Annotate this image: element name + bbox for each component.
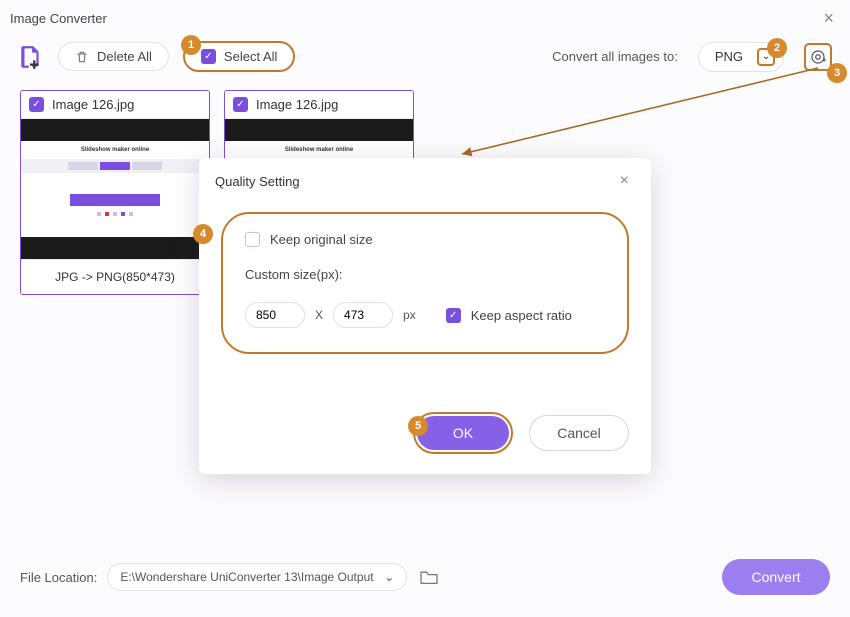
select-all-checkbox-icon: ✓ xyxy=(201,49,216,64)
custom-size-label: Custom size(px): xyxy=(245,267,343,282)
conversion-info: JPG -> PNG(850*473) xyxy=(21,259,209,294)
chevron-down-icon: ⌄ xyxy=(384,570,394,584)
file-location-value: E:\Wondershare UniConverter 13\Image Out… xyxy=(120,570,373,584)
format-value: PNG xyxy=(715,49,743,64)
keep-original-checkbox[interactable] xyxy=(245,232,260,247)
callout-badge-1: 1 xyxy=(181,35,201,55)
select-all-label: Select All xyxy=(224,49,277,64)
width-input[interactable] xyxy=(245,302,305,328)
callout-badge-2: 2 xyxy=(767,38,787,58)
callout-badge-3: 3 xyxy=(827,63,847,83)
image-card[interactable]: ✓ Image 126.jpg Slideshow maker online J… xyxy=(20,90,210,295)
trash-icon xyxy=(75,50,89,64)
window-title: Image Converter xyxy=(10,11,107,26)
convert-to-label: Convert all images to: xyxy=(552,49,678,64)
delete-all-button[interactable]: Delete All xyxy=(58,42,169,71)
footer-bar: File Location: E:\Wondershare UniConvert… xyxy=(0,545,850,617)
dialog-close-icon[interactable]: × xyxy=(614,170,635,192)
keep-aspect-label: Keep aspect ratio xyxy=(471,308,572,323)
callout-badge-5: 5 xyxy=(408,416,428,436)
close-icon[interactable]: × xyxy=(817,6,840,31)
open-folder-button[interactable] xyxy=(417,566,441,588)
keep-aspect-checkbox[interactable]: ✓ xyxy=(446,308,461,323)
card-checkbox-icon[interactable]: ✓ xyxy=(233,97,248,112)
callout-badge-4: 4 xyxy=(193,224,213,244)
convert-button[interactable]: Convert xyxy=(722,559,830,595)
height-input[interactable] xyxy=(333,302,393,328)
px-unit-label: px xyxy=(403,308,416,322)
toolbar: Delete All ✓ Select All Convert all imag… xyxy=(0,37,850,82)
keep-original-label: Keep original size xyxy=(270,232,373,247)
file-location-dropdown[interactable]: E:\Wondershare UniConverter 13\Image Out… xyxy=(107,563,407,591)
delete-all-label: Delete All xyxy=(97,49,152,64)
file-location-label: File Location: xyxy=(20,570,97,585)
add-file-icon[interactable] xyxy=(18,44,44,70)
dialog-title: Quality Setting xyxy=(215,174,300,189)
card-checkbox-icon[interactable]: ✓ xyxy=(29,97,44,112)
image-filename: Image 126.jpg xyxy=(256,97,338,112)
image-thumbnail: Slideshow maker online xyxy=(21,119,209,259)
ok-button[interactable]: OK xyxy=(417,416,509,450)
cancel-button[interactable]: Cancel xyxy=(529,415,629,451)
dimension-separator: X xyxy=(315,308,323,322)
image-filename: Image 126.jpg xyxy=(52,97,134,112)
